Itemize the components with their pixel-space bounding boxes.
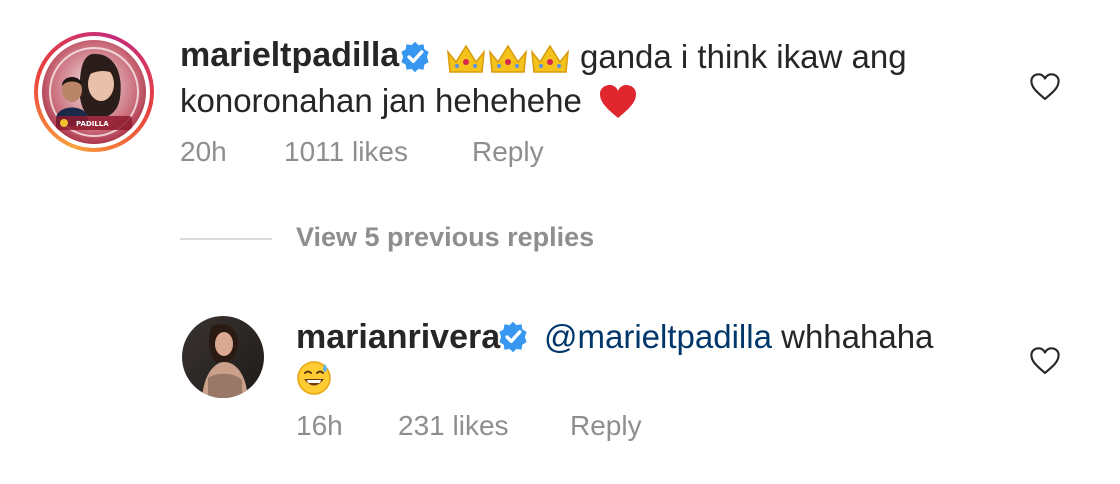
red-heart-emoji — [600, 85, 636, 118]
comment-marianrivera: marianrivera @marieltpadilla whhahaha 16… — [0, 290, 1120, 460]
grinning-sweat-emoji — [297, 361, 331, 395]
avatar-story-ring[interactable]: PADILLA — [34, 32, 154, 152]
comment-likes[interactable]: 1011 likes — [284, 136, 408, 168]
comment-text-content: whhahaha — [781, 318, 934, 355]
crown-emojis — [447, 44, 569, 73]
view-previous-replies-button[interactable]: View 5 previous replies — [296, 222, 594, 253]
verified-badge-icon — [401, 41, 429, 73]
avatar-marieltpadilla[interactable]: PADILLA — [42, 40, 146, 144]
heart-outline-icon[interactable] — [1028, 344, 1062, 378]
comment-marieltpadilla: PADILLA marieltpadilla ganda i think ika… — [0, 0, 1120, 200]
svg-text:PADILLA: PADILLA — [76, 120, 109, 128]
username[interactable]: marianrivera — [296, 318, 500, 357]
heart-outline-icon[interactable] — [1028, 70, 1062, 104]
mention-link[interactable]: @marieltpadilla — [544, 318, 772, 355]
crown-emoji — [447, 44, 485, 73]
replies-divider — [180, 238, 272, 240]
comment-text-line1: ganda i think ikaw ang — [580, 38, 907, 75]
reply-button[interactable]: Reply — [472, 136, 544, 168]
comment-likes[interactable]: 231 likes — [398, 410, 509, 442]
comment-text: @marieltpadilla whhahaha — [544, 318, 933, 356]
comment-text-line2: konoronahan jan hehehehe — [180, 82, 582, 119]
comment-time: 20h — [180, 136, 227, 167]
verified-badge-icon — [499, 321, 527, 353]
comment-time: 16h — [296, 410, 343, 441]
reply-button[interactable]: Reply — [570, 410, 642, 442]
avatar-marianrivera[interactable] — [182, 316, 264, 398]
username[interactable]: marieltpadilla — [180, 36, 399, 75]
